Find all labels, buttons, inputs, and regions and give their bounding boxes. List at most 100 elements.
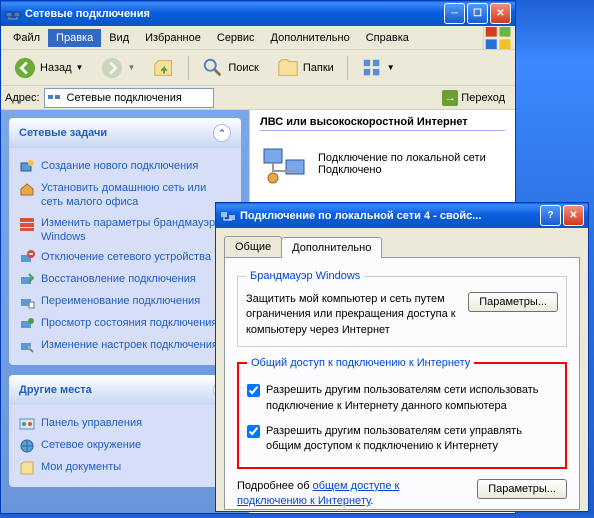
menu-tools[interactable]: Сервис — [209, 29, 263, 47]
close-button[interactable]: ✕ — [490, 3, 511, 24]
group-divider — [260, 130, 505, 131]
go-arrow-icon: → — [442, 90, 458, 106]
ics-allow-checkbox-row[interactable]: Разрешить другим пользователям сети испо… — [247, 383, 557, 414]
address-label: Адрес: — [5, 92, 40, 104]
ics-control-label: Разрешить другим пользователям сети упра… — [266, 424, 557, 455]
firewall-fieldset: Брандмауэр Windows Защитить мой компьюте… — [237, 270, 567, 347]
connection-name: Подключение по локальной сети — [318, 152, 486, 164]
task-disable[interactable]: Отключение сетевого устройства — [19, 247, 231, 269]
link-control-panel[interactable]: Панель управления — [19, 413, 231, 435]
forward-icon — [101, 57, 123, 79]
menu-file[interactable]: Файл — [5, 29, 48, 47]
ics-allow-checkbox[interactable] — [247, 384, 260, 397]
task-create-connection[interactable]: Создание нового подключения — [19, 156, 231, 178]
folder-up-icon — [153, 57, 175, 79]
dialog-titlebar[interactable]: Подключение по локальной сети 4 - свойс.… — [216, 203, 588, 228]
ics-control-checkbox[interactable] — [247, 425, 260, 438]
task-status[interactable]: Просмотр состояния подключения — [19, 313, 231, 335]
network-tasks-panel: Сетевые задачи ⌃ Создание нового подключ… — [9, 118, 241, 365]
repair-icon — [19, 272, 35, 288]
footer-text: Подробнее об общем доступе к подключению… — [237, 479, 469, 510]
task-label: Создание нового подключения — [41, 159, 198, 175]
task-repair[interactable]: Восстановление подключения — [19, 269, 231, 291]
help-button[interactable]: ? — [540, 205, 561, 226]
maximize-button[interactable]: ☐ — [467, 3, 488, 24]
menu-advanced[interactable]: Дополнительно — [263, 29, 358, 47]
folders-button[interactable]: Папки — [270, 53, 341, 83]
link-network-places[interactable]: Сетевое окружение — [19, 435, 231, 457]
views-icon — [361, 57, 383, 79]
control-panel-icon — [19, 416, 35, 432]
task-firewall[interactable]: Изменить параметры брандмауэра Windows — [19, 213, 231, 248]
menu-favorites[interactable]: Избранное — [137, 29, 209, 47]
tab-advanced[interactable]: Дополнительно — [281, 237, 382, 258]
link-my-documents[interactable]: Мои документы — [19, 457, 231, 479]
ics-fieldset: Общий доступ к подключению к Интернету Р… — [237, 357, 567, 469]
documents-icon — [19, 460, 35, 476]
firewall-settings-button[interactable]: Параметры... — [468, 292, 558, 312]
dialog-title: Подключение по локальной сети 4 - свойс.… — [240, 210, 540, 222]
firewall-icon — [19, 216, 35, 232]
task-label: Изменение настроек подключения — [41, 338, 218, 354]
dialog-close-button[interactable]: ✕ — [563, 205, 584, 226]
footer-text-2: . — [370, 495, 373, 507]
back-icon — [14, 57, 36, 79]
ics-control-checkbox-row[interactable]: Разрешить другим пользователям сети упра… — [247, 424, 557, 455]
folders-label: Папки — [303, 62, 334, 74]
tab-general[interactable]: Общие — [224, 236, 282, 257]
dropdown-icon: ▼ — [387, 63, 395, 72]
connection-status: Подключено — [318, 164, 486, 176]
search-button[interactable]: Поиск — [195, 53, 265, 83]
back-button[interactable]: Назад ▼ — [7, 53, 90, 83]
task-label: Изменить параметры брандмауэра Windows — [41, 216, 231, 245]
dropdown-icon: ▼ — [127, 63, 135, 72]
disable-icon — [19, 250, 35, 266]
search-label: Поиск — [228, 62, 258, 74]
network-connections-icon — [5, 6, 21, 22]
ics-legend: Общий доступ к подключению к Интернету — [247, 357, 474, 369]
other-places-panel: Другие места ⌃ Панель управления Сетевое… — [9, 375, 241, 487]
menubar: Файл Правка Вид Избранное Сервис Дополни… — [1, 26, 515, 50]
panel-title: Сетевые задачи — [19, 127, 107, 139]
link-label: Сетевое окружение — [41, 438, 141, 454]
tab-strip: Общие Дополнительно — [224, 236, 580, 257]
menu-view[interactable]: Вид — [101, 29, 137, 47]
footer-text-1: Подробнее об — [237, 480, 313, 492]
ics-settings-button[interactable]: Параметры... — [477, 479, 567, 499]
other-places-body: Панель управления Сетевое окружение Мои … — [9, 405, 241, 487]
task-label: Отключение сетевого устройства — [41, 250, 211, 266]
address-input[interactable] — [44, 88, 214, 108]
connection-item[interactable]: Подключение по локальной сети Подключено — [250, 139, 515, 189]
back-label: Назад — [40, 62, 72, 74]
panel-title: Другие места — [19, 384, 92, 396]
other-places-header[interactable]: Другие места ⌃ — [9, 375, 241, 405]
menu-help[interactable]: Справка — [358, 29, 417, 47]
explorer-titlebar[interactable]: Сетевые подключения ─ ☐ ✕ — [1, 1, 515, 26]
task-setup-network[interactable]: Установить домашнюю сеть или сеть малого… — [19, 178, 231, 213]
task-label: Установить домашнюю сеть или сеть малого… — [41, 181, 231, 210]
link-label: Мои документы — [41, 460, 121, 476]
forward-button[interactable]: ▼ — [94, 53, 142, 83]
address-bar: Адрес: → Переход — [1, 86, 515, 110]
menu-edit[interactable]: Правка — [48, 29, 101, 47]
task-properties[interactable]: Изменение настроек подключения — [19, 335, 231, 357]
views-button[interactable]: ▼ — [354, 53, 402, 83]
properties-icon — [19, 338, 35, 354]
network-tasks-body: Создание нового подключения Установить д… — [9, 148, 241, 365]
up-button[interactable] — [146, 53, 182, 83]
collapse-icon: ⌃ — [213, 124, 231, 142]
ics-allow-label: Разрешить другим пользователям сети испо… — [266, 383, 557, 414]
link-label: Панель управления — [41, 416, 142, 432]
search-icon — [202, 57, 224, 79]
dropdown-icon: ▼ — [76, 63, 84, 72]
go-label: Переход — [461, 92, 505, 104]
task-rename[interactable]: Переименование подключения — [19, 291, 231, 313]
minimize-button[interactable]: ─ — [444, 3, 465, 24]
go-button[interactable]: → Переход — [436, 88, 511, 108]
rename-icon — [19, 294, 35, 310]
home-network-icon — [19, 181, 35, 197]
network-tasks-header[interactable]: Сетевые задачи ⌃ — [9, 118, 241, 148]
sidebar: Сетевые задачи ⌃ Создание нового подключ… — [1, 110, 249, 513]
task-label: Просмотр состояния подключения — [41, 316, 217, 332]
firewall-legend: Брандмауэр Windows — [246, 270, 364, 282]
